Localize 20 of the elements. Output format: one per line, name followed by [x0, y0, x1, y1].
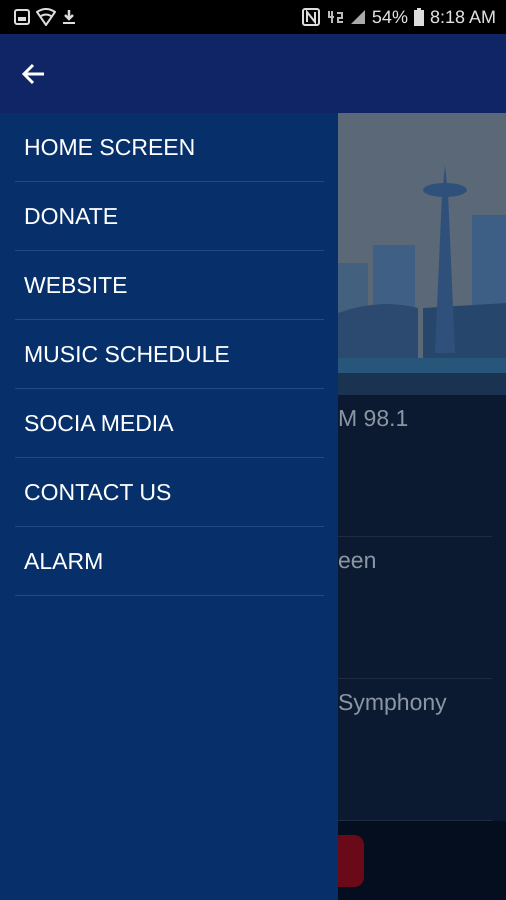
signal-icon: [350, 9, 366, 25]
clock: 8:18 AM: [430, 6, 496, 28]
battery-icon: [414, 8, 424, 26]
list-item-text: M 98.1: [338, 405, 408, 431]
drawer-menu-item[interactable]: ALARM: [15, 527, 324, 596]
drawer-menu-item[interactable]: MUSIC SCHEDULE: [15, 320, 324, 389]
drawer-menu-item[interactable]: WEBSITE: [15, 251, 324, 320]
wifi-shield-icon: [36, 8, 56, 26]
drawer-menu-item[interactable]: HOME SCREEN: [15, 113, 324, 182]
list-item-text: Symphony: [338, 689, 447, 715]
back-arrow-icon[interactable]: [20, 62, 46, 86]
mobile-data-icon: [326, 9, 344, 25]
drawer-menu-item[interactable]: SOCIA MEDIA: [15, 389, 324, 458]
download-icon: [62, 9, 76, 25]
drawer-menu-item[interactable]: DONATE: [15, 182, 324, 251]
image-icon: [14, 9, 30, 25]
nfc-icon: [302, 8, 320, 26]
list-item-text: een: [338, 547, 376, 573]
drawer-menu-item[interactable]: CONTACT US: [15, 458, 324, 527]
battery-percent: 54%: [372, 6, 408, 28]
